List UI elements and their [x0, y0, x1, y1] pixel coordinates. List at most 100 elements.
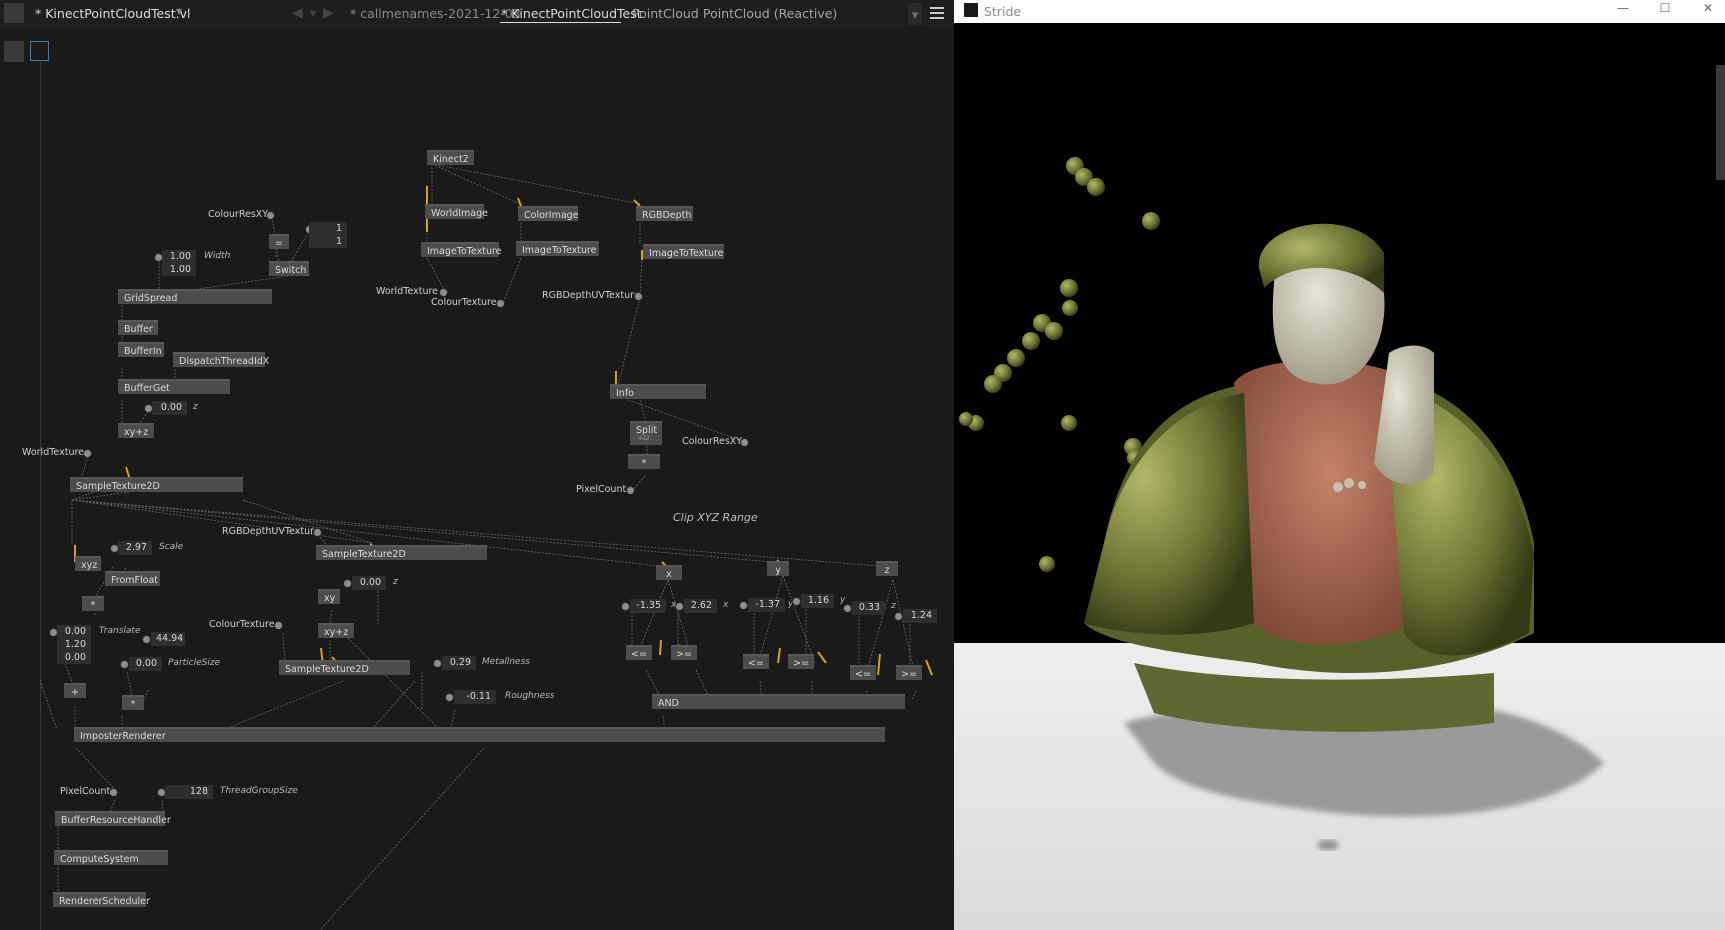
z-offset-iobox[interactable]: 0.00	[152, 401, 187, 415]
image-to-texture-node-3[interactable]: ImageToTexture	[643, 244, 724, 259]
maximize-icon[interactable]: ☐	[1648, 0, 1682, 23]
y-lte-node[interactable]: <=	[743, 654, 769, 669]
colour-texture-pad[interactable]	[497, 300, 504, 307]
translate-pin[interactable]	[50, 629, 57, 636]
from-float-node[interactable]: FromFloat	[105, 571, 160, 586]
x-max-iobox[interactable]: 2.62	[684, 599, 717, 613]
thread-group-size-pin[interactable]	[158, 789, 165, 796]
pixel-count-pad[interactable]	[627, 487, 634, 494]
clip-range-comment: Clip XYZ Range	[673, 511, 758, 524]
colour-res-xy-pad-label-2: ColourResXY	[682, 436, 743, 447]
split-node[interactable]: Split int2	[630, 421, 662, 445]
switch-node[interactable]: Switch	[269, 261, 309, 276]
grid-spread-node[interactable]: GridSpread	[118, 289, 272, 304]
thread-group-size-iobox[interactable]: 128	[165, 785, 213, 799]
roughness-iobox[interactable]: -0.11	[454, 690, 496, 704]
y-max-iobox[interactable]: 1.16	[801, 594, 834, 608]
minimize-icon[interactable]: —	[1606, 0, 1640, 23]
z-offset-pin[interactable]	[145, 405, 152, 412]
roughness-pin[interactable]	[446, 694, 453, 701]
split-type-label: int2	[638, 435, 650, 442]
z-2-pin[interactable]	[344, 580, 351, 587]
x-node[interactable]: x	[656, 565, 682, 580]
colour-res-xy-pad[interactable]	[267, 212, 274, 219]
xyz-plus-node-2[interactable]: xy+z	[318, 623, 354, 638]
and-node[interactable]: AND	[652, 694, 905, 709]
rgb-depth-node[interactable]: RGBDepth	[636, 206, 693, 221]
particle-multiply-node[interactable]: *	[122, 695, 144, 710]
info-node[interactable]: Info	[610, 384, 706, 399]
z-lte-node[interactable]: <=	[850, 665, 876, 680]
close-icon[interactable]: ✕	[1691, 0, 1725, 23]
width-iobox[interactable]: 1.00 1.00	[162, 250, 196, 276]
y-gte-node[interactable]: >=	[788, 654, 814, 669]
x-min-iobox[interactable]: -1.35	[630, 599, 666, 613]
switch-values-iobox[interactable]: 1 1	[309, 222, 347, 248]
z-node[interactable]: z	[876, 561, 898, 576]
buffer-node[interactable]: Buffer	[118, 320, 158, 335]
metallness-pin[interactable]	[434, 660, 441, 667]
z-min-pin[interactable]	[844, 605, 851, 612]
stride-window[interactable]: Stride — ☐ ✕	[954, 0, 1725, 930]
z-max-pin[interactable]	[895, 613, 902, 620]
buffer-get-node[interactable]: BufferGet	[118, 379, 230, 394]
x-gte-node[interactable]: >=	[671, 645, 697, 660]
world-texture-pad[interactable]	[440, 289, 447, 296]
z-2-iobox[interactable]: 0.00	[352, 576, 386, 590]
info-multiply-node[interactable]: *	[628, 454, 660, 469]
z-gte-node[interactable]: >=	[896, 665, 922, 680]
pixel-count-pad-2[interactable]	[110, 789, 117, 796]
world-image-node[interactable]: WorldImage	[425, 204, 488, 219]
particle-size-mul-iobox[interactable]: 44.94	[151, 632, 185, 646]
metallness-iobox[interactable]: 0.29	[442, 656, 476, 670]
colour-res-xy-pad-2[interactable]	[741, 439, 748, 446]
stride-title-bar[interactable]: Stride — ☐ ✕	[954, 0, 1725, 23]
xy-node[interactable]: xy	[318, 589, 340, 604]
imposter-renderer-node[interactable]: ImposterRenderer	[74, 727, 885, 742]
xyz-plus-node[interactable]: xy+z	[118, 423, 154, 438]
image-to-texture-node-2[interactable]: ImageToTexture	[516, 241, 599, 256]
world-texture-pad-label: WorldTexture	[376, 286, 439, 297]
width-pin[interactable]	[155, 254, 162, 261]
z-min-iobox[interactable]: 0.33	[852, 601, 885, 615]
pixel-count-pad-label-2: PixelCount	[60, 786, 111, 797]
viewport-scrollbar[interactable]	[1716, 65, 1725, 180]
x-min-pin[interactable]	[622, 603, 629, 610]
y-min-pin[interactable]	[740, 602, 747, 609]
color-image-node[interactable]: ColorImage	[518, 206, 579, 221]
xyz-node[interactable]: xyz	[75, 556, 101, 571]
equals-node[interactable]: =	[269, 234, 289, 249]
y-max-pin[interactable]	[793, 598, 800, 605]
translate-plus-node[interactable]: +	[64, 683, 86, 698]
sample-texture-2d-node-2[interactable]: SampleTexture2D	[316, 545, 487, 560]
z-max-iobox[interactable]: 1.24	[903, 609, 937, 623]
particle-size-iobox[interactable]: 0.00	[129, 657, 162, 671]
z-min-label: z	[891, 601, 896, 611]
renderer-scheduler-node[interactable]: RendererScheduler	[53, 892, 150, 907]
translate-iobox[interactable]: 0.00 1.20 0.00	[57, 625, 91, 664]
particle-size-pin[interactable]	[121, 661, 128, 668]
scale-pin[interactable]	[111, 545, 118, 552]
x-lte-node[interactable]: <=	[626, 645, 652, 660]
buffer-resource-handler-node[interactable]: BufferResourceHandler	[55, 811, 171, 826]
z-label: z	[193, 402, 198, 412]
kinect2-node[interactable]: Kinect2	[427, 150, 474, 165]
world-texture-pad-2[interactable]	[84, 450, 91, 457]
vvvv-editor[interactable]: * KinectPointCloudTest.vl ▼ ◀ ▼ ▶ * call…	[0, 0, 954, 930]
sample-texture-2d-node-3[interactable]: SampleTexture2D	[279, 660, 410, 675]
y-node[interactable]: y	[767, 561, 789, 576]
image-to-texture-node-1[interactable]: ImageToTexture	[421, 242, 502, 257]
sample-texture-2d-node-1[interactable]: SampleTexture2D	[70, 477, 243, 492]
particle-size-mul-pin[interactable]	[143, 636, 150, 643]
y-min-iobox[interactable]: -1.37	[748, 598, 785, 612]
scale-iobox[interactable]: 2.97	[118, 541, 152, 555]
colour-texture-pad-2[interactable]	[275, 622, 282, 629]
buffer-in-node[interactable]: BufferIn	[118, 342, 164, 357]
compute-system-node[interactable]: ComputeSystem	[54, 850, 168, 865]
rgb-depth-uv-texture-pad[interactable]	[635, 293, 642, 300]
render-viewport[interactable]	[954, 23, 1725, 930]
rgb-depth-uv-texture-pad-2[interactable]	[314, 529, 321, 536]
scale-multiply-node[interactable]: *	[82, 596, 104, 611]
dispatch-thread-idx-node[interactable]: DispatchThreadIdX	[173, 352, 269, 367]
x-max-pin[interactable]	[676, 603, 683, 610]
